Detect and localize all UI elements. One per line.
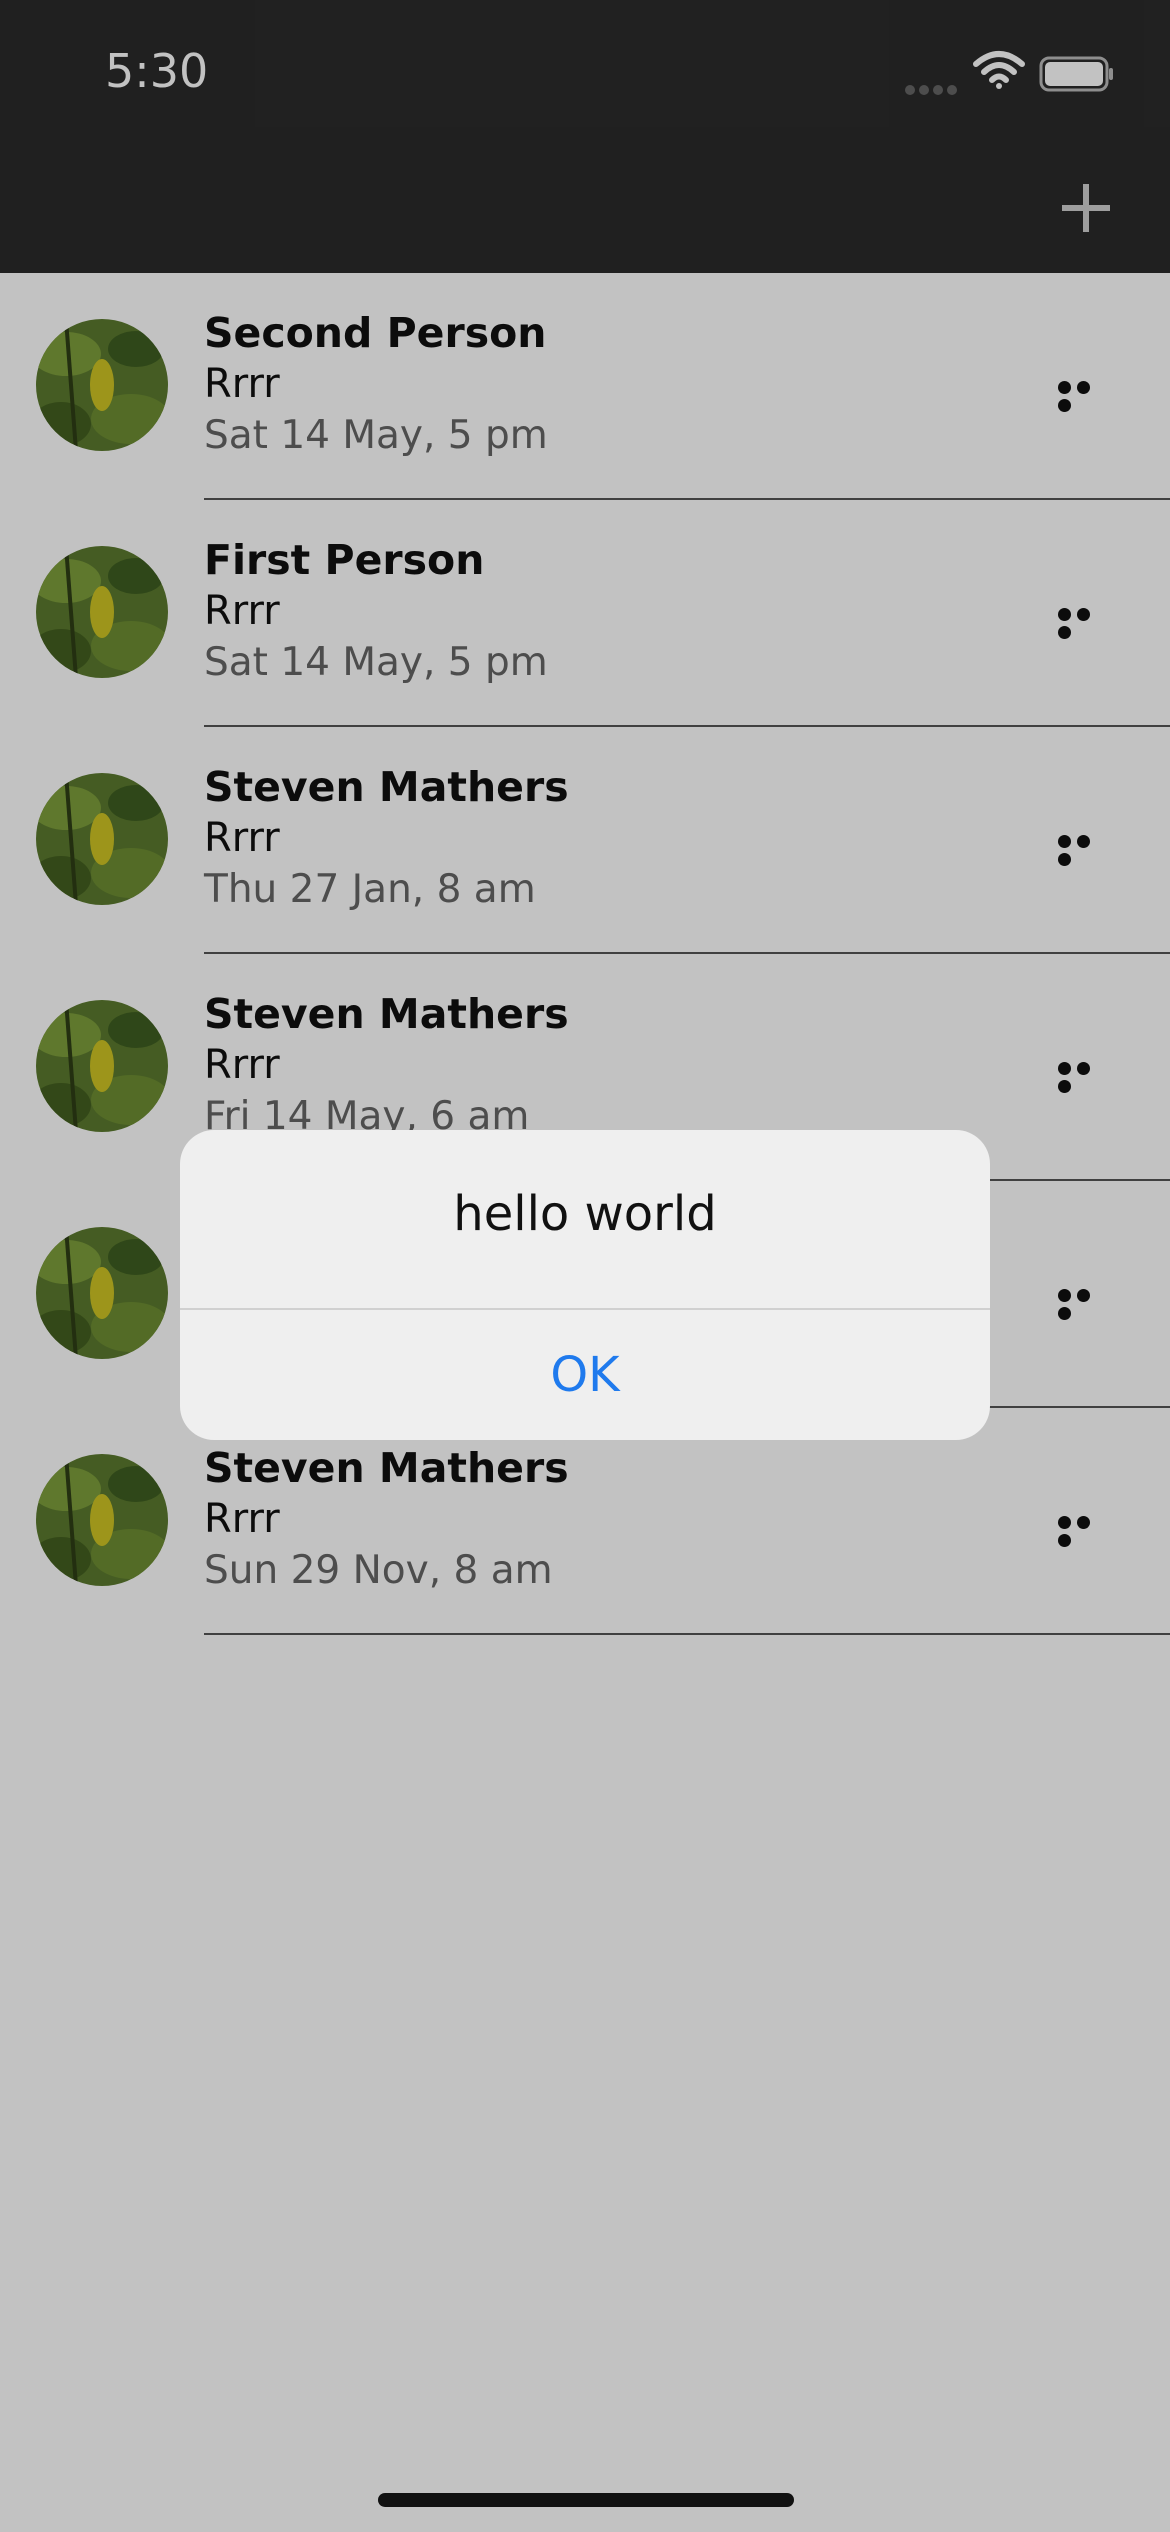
alert-dialog: hello world OK xyxy=(180,1130,990,1440)
ok-button[interactable]: OK xyxy=(180,1310,990,1440)
alert-title: hello world xyxy=(453,1186,717,1242)
home-indicator[interactable] xyxy=(378,2493,794,2507)
